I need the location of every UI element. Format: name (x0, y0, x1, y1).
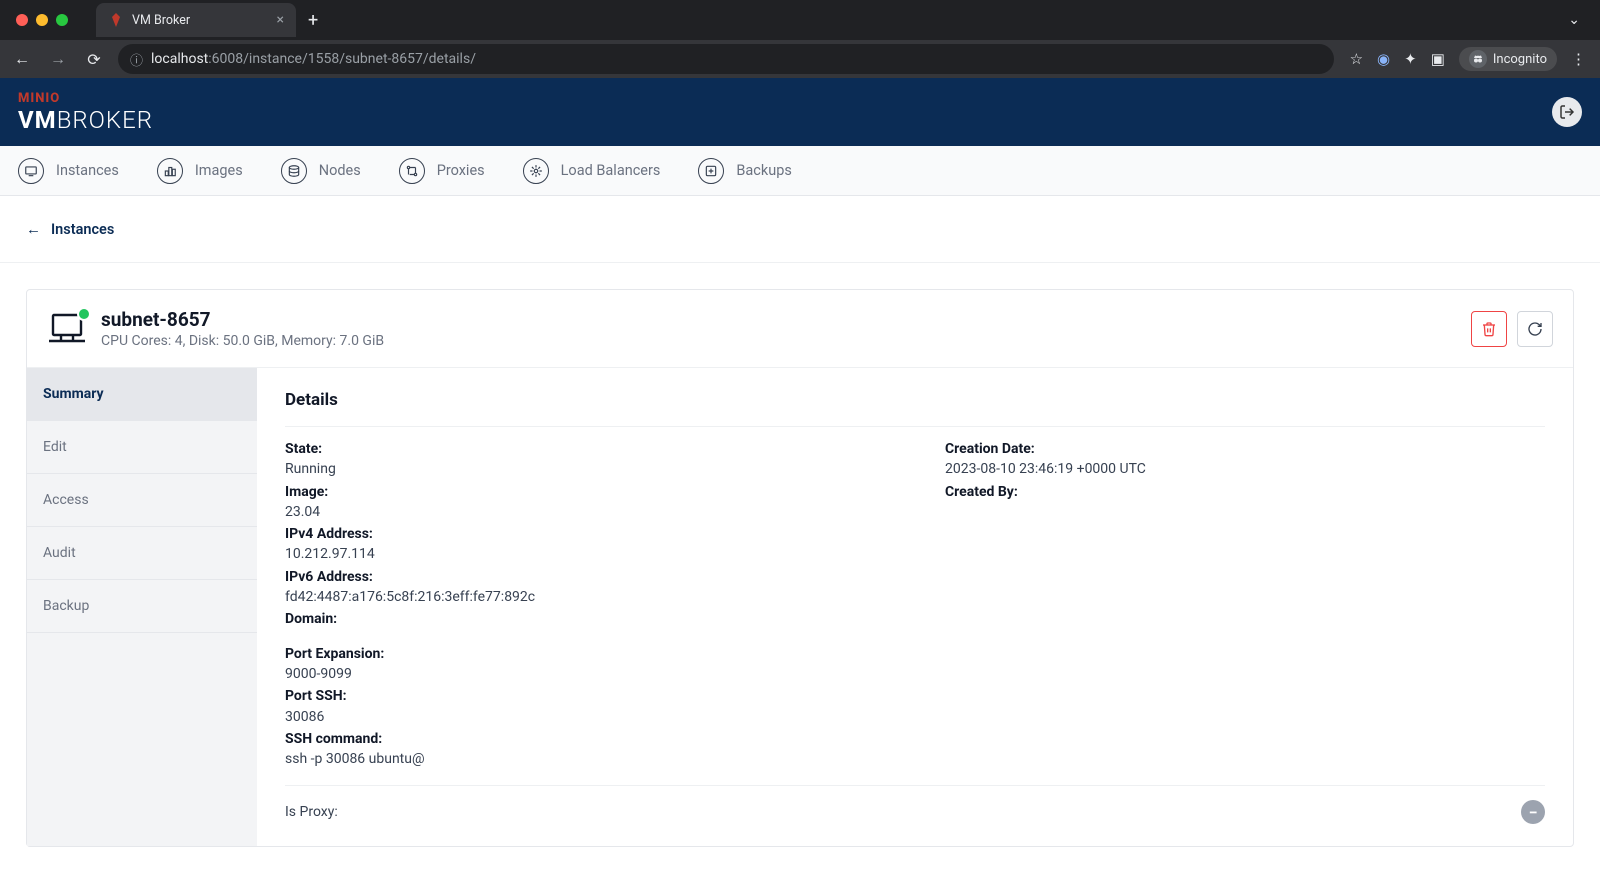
port-expansion-value: 9000-9099 (285, 664, 885, 684)
state-label: State: (285, 439, 885, 459)
browser-tab[interactable]: VM Broker × (96, 3, 296, 37)
image-value: 23.04 (285, 502, 885, 522)
card-header: subnet-8657 CPU Cores: 4, Disk: 50.0 GiB… (27, 290, 1573, 368)
incognito-label: Incognito (1493, 52, 1547, 67)
refresh-icon (1527, 321, 1543, 337)
top-nav: Instances Images Nodes Proxies Load Bala… (0, 146, 1600, 196)
details-left-column: State: Running Image: 23.04 IPv4 Address… (285, 437, 885, 771)
proxies-icon (399, 158, 425, 184)
window-minimize-button[interactable] (36, 14, 48, 26)
image-label: Image: (285, 482, 885, 502)
delete-instance-button[interactable] (1471, 311, 1507, 347)
instance-card: subnet-8657 CPU Cores: 4, Disk: 50.0 GiB… (26, 289, 1574, 847)
site-info-icon[interactable]: ⓘ (130, 50, 143, 69)
app-brand: MINIO VMBROKER (18, 91, 153, 134)
url-input[interactable]: ⓘ localhost:6008/instance/1558/subnet-86… (118, 44, 1334, 74)
is-proxy-row: Is Proxy: − (285, 785, 1545, 824)
ssh-command-label: SSH command: (285, 729, 885, 749)
bookmark-star-icon[interactable]: ☆ (1350, 50, 1363, 68)
url-host: localhost (151, 51, 208, 67)
browser-chrome: VM Broker × + ⌄ ← → ⟳ ⓘ localhost:6008/i… (0, 0, 1600, 78)
url-port: :6008 (208, 51, 243, 67)
window-maximize-button[interactable] (56, 14, 68, 26)
state-value: Running (285, 459, 885, 479)
port-ssh-label: Port SSH: (285, 686, 885, 706)
breadcrumb[interactable]: ← Instances (0, 196, 1600, 263)
brand-top: MINIO (18, 91, 153, 106)
incognito-icon (1469, 50, 1487, 68)
side-tabs: Summary Edit Access Audit Backup (27, 368, 257, 846)
backups-icon (698, 158, 724, 184)
creation-date-label: Creation Date: (945, 439, 1545, 459)
logout-button[interactable] (1552, 97, 1582, 127)
side-tab-edit[interactable]: Edit (27, 421, 257, 474)
tabs-dropdown-icon[interactable]: ⌄ (1556, 12, 1592, 28)
is-proxy-label: Is Proxy: (285, 804, 338, 820)
instance-icon (47, 311, 87, 347)
new-tab-button[interactable]: + (296, 10, 330, 31)
extension-badge-icon[interactable]: ◉ (1377, 50, 1390, 68)
url-path: /instance/1558/subnet-8657/details/ (243, 51, 476, 67)
back-arrow-icon: ← (26, 220, 41, 238)
trash-icon (1481, 321, 1497, 337)
nav-backups[interactable]: Backups (698, 158, 791, 184)
creation-date-value: 2023-08-10 23:46:19 +0000 UTC (945, 459, 1545, 479)
details-right-column: Creation Date: 2023-08-10 23:46:19 +0000… (945, 437, 1545, 771)
nav-reload-button[interactable]: ⟳ (82, 50, 106, 69)
port-ssh-value: 30086 (285, 707, 885, 727)
details-heading: Details (285, 390, 1545, 410)
side-tab-audit[interactable]: Audit (27, 527, 257, 580)
domain-label: Domain: (285, 609, 885, 629)
side-panel-icon[interactable]: ▣ (1431, 50, 1445, 68)
load-balancers-icon (523, 158, 549, 184)
brand-main: VMBROKER (18, 106, 153, 134)
ipv6-value: fd42:4487:a176:5c8f:216:3eff:fe77:892c (285, 587, 885, 607)
nav-forward-button[interactable]: → (46, 49, 70, 69)
nav-load-balancers[interactable]: Load Balancers (523, 158, 661, 184)
ssh-command-value: ssh -p 30086 ubuntu@ (285, 749, 885, 769)
nav-images[interactable]: Images (157, 158, 243, 184)
port-expansion-label: Port Expansion: (285, 644, 885, 664)
ipv4-label: IPv4 Address: (285, 524, 885, 544)
browser-address-bar: ← → ⟳ ⓘ localhost:6008/instance/1558/sub… (0, 40, 1600, 78)
tab-title: VM Broker (132, 13, 269, 28)
is-proxy-indicator: − (1521, 800, 1545, 824)
window-controls (8, 14, 76, 26)
images-icon (157, 158, 183, 184)
window-close-button[interactable] (16, 14, 28, 26)
side-tab-backup[interactable]: Backup (27, 580, 257, 633)
browser-tab-bar: VM Broker × + ⌄ (0, 0, 1600, 40)
breadcrumb-label: Instances (51, 221, 114, 238)
side-tab-access[interactable]: Access (27, 474, 257, 527)
nav-nodes[interactable]: Nodes (281, 158, 361, 184)
created-by-label: Created By: (945, 482, 1545, 502)
nodes-icon (281, 158, 307, 184)
app-header: MINIO VMBROKER (0, 78, 1600, 146)
ipv6-label: IPv6 Address: (285, 567, 885, 587)
nav-proxies[interactable]: Proxies (399, 158, 485, 184)
details-panel: Details State: Running Image: 23.04 IPv4… (257, 368, 1573, 846)
tab-favicon-icon (108, 12, 124, 28)
extensions-icon[interactable]: ✦ (1404, 50, 1417, 68)
incognito-indicator[interactable]: Incognito (1459, 47, 1557, 71)
instance-specs: CPU Cores: 4, Disk: 50.0 GiB, Memory: 7.… (101, 333, 384, 349)
nav-back-button[interactable]: ← (10, 49, 34, 69)
content-area: subnet-8657 CPU Cores: 4, Disk: 50.0 GiB… (0, 263, 1600, 873)
logout-icon (1559, 104, 1575, 120)
card-body: Summary Edit Access Audit Backup Details… (27, 368, 1573, 846)
browser-menu-icon[interactable]: ⋮ (1571, 50, 1586, 68)
side-tab-summary[interactable]: Summary (27, 368, 257, 421)
status-running-dot (77, 307, 91, 321)
nav-instances[interactable]: Instances (18, 158, 119, 184)
instance-name: subnet-8657 (101, 308, 384, 331)
tab-close-icon[interactable]: × (277, 12, 284, 28)
instances-icon (18, 158, 44, 184)
ipv4-value: 10.212.97.114 (285, 544, 885, 564)
refresh-button[interactable] (1517, 311, 1553, 347)
